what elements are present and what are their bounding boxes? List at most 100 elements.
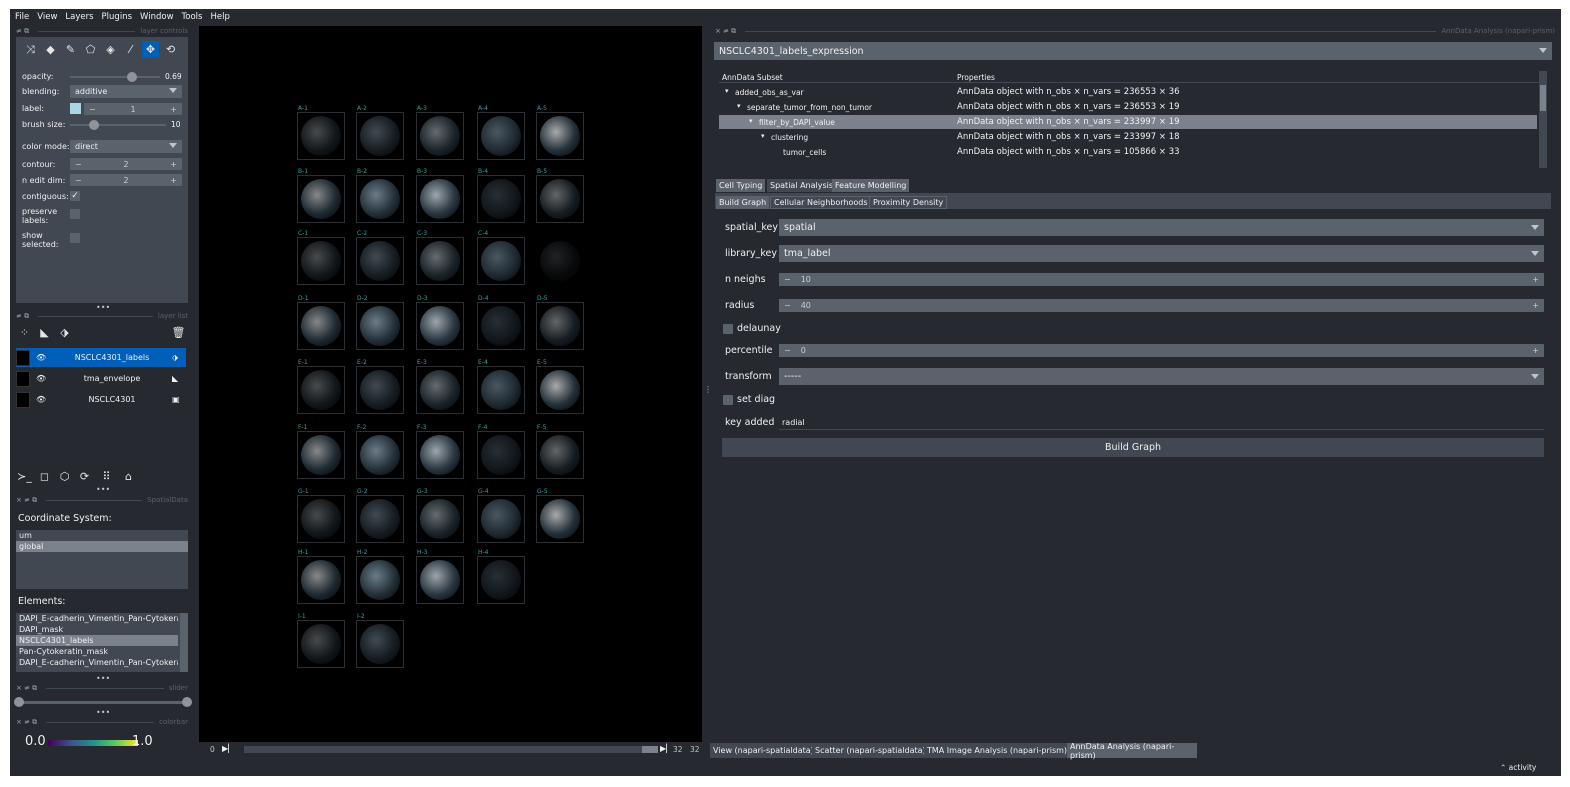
- contiguous-checkbox[interactable]: ✓: [70, 191, 80, 201]
- label-color-swatch[interactable]: [70, 103, 81, 114]
- visibility-eye-icon[interactable]: 👁: [36, 395, 52, 404]
- tab-anndata-analysis[interactable]: AnnData Analysis (napari-prism): [1067, 742, 1197, 760]
- splitter-handle[interactable]: •••: [96, 485, 110, 494]
- visibility-eye-icon[interactable]: 👁: [36, 374, 52, 383]
- brush-icon[interactable]: ✎: [62, 41, 79, 58]
- transform-select[interactable]: -----: [779, 368, 1544, 385]
- delaunay-checkbox[interactable]: [723, 324, 733, 334]
- pan-zoom-icon[interactable]: ✥: [142, 41, 159, 58]
- home-icon[interactable]: ⌂: [120, 468, 137, 485]
- coordinate-system-list[interactable]: um global: [16, 530, 188, 589]
- dims-slider-handle[interactable]: [642, 746, 658, 753]
- list-item[interactable]: NSCLC4301_labels: [16, 635, 178, 646]
- tab-tma-image-analysis[interactable]: TMA Image Analysis (napari-prism): [924, 743, 1071, 758]
- menu-tools[interactable]: Tools: [182, 12, 203, 22]
- library-key-select[interactable]: tma_label: [779, 245, 1544, 262]
- menu-plugins[interactable]: Plugins: [102, 12, 132, 22]
- new-points-icon[interactable]: ⁘: [16, 324, 33, 341]
- splitter-handle[interactable]: ⋮: [704, 385, 712, 394]
- opacity-slider-handle[interactable]: [127, 72, 138, 82]
- list-item[interactable]: um: [16, 530, 188, 541]
- n-edit-dim-spinbox[interactable]: −2 +: [70, 174, 182, 186]
- ndisplay-icon[interactable]: ◻: [36, 468, 53, 485]
- eraser-icon[interactable]: ◆: [42, 41, 59, 58]
- expand-arrow-icon[interactable]: ▾: [761, 132, 765, 140]
- console-icon[interactable]: ≻_: [16, 468, 33, 485]
- visibility-eye-icon[interactable]: 👁: [36, 353, 52, 362]
- vertical-scrollbar[interactable]: [180, 613, 188, 672]
- tree-row[interactable]: ▾ added_obs_as_var AnnData object with n_o…: [719, 85, 1537, 99]
- tab-cell-typing[interactable]: Cell Typing: [716, 179, 766, 192]
- polygon-icon[interactable]: ⬠: [82, 41, 99, 58]
- picker-icon[interactable]: ⁄: [122, 41, 139, 58]
- menu-view[interactable]: View: [37, 12, 57, 22]
- list-item[interactable]: global: [16, 541, 188, 552]
- tab-view-spatialdata[interactable]: View (napari-spatialdata): [710, 743, 817, 758]
- brush-size-slider-handle[interactable]: [89, 120, 99, 130]
- menu-window[interactable]: Window: [140, 12, 174, 22]
- tab-spatial-analysis[interactable]: Spatial Analysis: [767, 179, 837, 192]
- brush-size-slider[interactable]: [70, 120, 166, 130]
- layer-item[interactable]: 👁 NSCLC4301 ▣: [16, 390, 186, 409]
- splitter-handle[interactable]: •••: [96, 674, 110, 683]
- list-item[interactable]: DAPI_E-cadherin_Vimentin_Pan-Cytokerati: [16, 613, 178, 624]
- build-graph-button[interactable]: Build Graph: [722, 438, 1544, 457]
- float-icon[interactable]: ≠ ⧉: [16, 312, 29, 321]
- play-icon[interactable]: ▶▏: [222, 744, 234, 753]
- dataset-select[interactable]: NSCLC4301_labels_expression: [714, 42, 1552, 60]
- spatial-key-select[interactable]: spatial: [779, 219, 1544, 236]
- transform-icon[interactable]: ⟲: [162, 41, 179, 58]
- expand-arrow-icon[interactable]: ▾: [737, 102, 741, 110]
- menu-layers[interactable]: Layers: [65, 12, 93, 22]
- range-slider-min-handle[interactable]: [14, 697, 24, 707]
- viewer-canvas[interactable]: A-1 A-2 A-3 A-4 A-5 B-1 B-2 B-3 B-4 B-5 C-1 C-2 C-3 C…: [199, 26, 702, 742]
- expand-arrow-icon[interactable]: ▾: [725, 87, 729, 95]
- tree-row[interactable]: ▾ clustering AnnData object with n_obs × n…: [719, 130, 1537, 144]
- n-neighs-spinbox[interactable]: −10 +: [779, 273, 1544, 286]
- float-icon[interactable]: ≠ ⧉: [16, 27, 29, 36]
- splitter-handle[interactable]: •••: [96, 708, 110, 717]
- dims-slider[interactable]: [244, 746, 658, 753]
- roll-axes-icon[interactable]: ⬡: [56, 468, 73, 485]
- expand-arrow-icon[interactable]: ▾: [749, 117, 753, 125]
- tab-cellular-neighborhoods[interactable]: Cellular Neighborhoods: [770, 196, 872, 209]
- tab-feature-modelling[interactable]: Feature Modelling: [832, 179, 910, 192]
- shuffle-icon[interactable]: ⤨: [22, 41, 39, 58]
- tree-row[interactable]: ▾ filter_by_DAPI_value AnnData object with…: [719, 115, 1537, 129]
- preserve-labels-checkbox[interactable]: [70, 209, 80, 219]
- color-mode-select[interactable]: direct: [70, 140, 182, 153]
- new-labels-icon[interactable]: ⬗: [56, 324, 73, 341]
- tab-proximity-density[interactable]: Proximity Density: [869, 196, 948, 209]
- blending-select[interactable]: additive: [70, 85, 182, 98]
- delete-layer-icon[interactable]: 🗑: [170, 324, 187, 341]
- vertical-scrollbar[interactable]: [1539, 71, 1547, 168]
- key-added-input[interactable]: radial: [779, 416, 1544, 430]
- opacity-slider[interactable]: [70, 72, 160, 82]
- close-icon[interactable]: × ≠ ⧉: [16, 496, 37, 505]
- show-selected-checkbox[interactable]: [70, 233, 80, 243]
- list-item[interactable]: Pan-Cytokeratin_mask: [16, 646, 178, 657]
- scrollbar-handle[interactable]: [1540, 85, 1546, 111]
- fill-icon[interactable]: ◈: [102, 41, 119, 58]
- radius-spinbox[interactable]: −40 +: [779, 299, 1544, 312]
- percentile-spinbox[interactable]: −0 +: [779, 344, 1544, 357]
- close-icon[interactable]: × ≠ ⧉: [16, 684, 37, 693]
- elements-list[interactable]: DAPI_E-cadherin_Vimentin_Pan-Cytokerati …: [16, 613, 188, 672]
- tab-scatter-spatialdata[interactable]: Scatter (napari-spatialdata): [812, 743, 929, 758]
- tree-row[interactable]: ▾ separate_tumor_from_non_tumor AnnData ob…: [719, 100, 1537, 114]
- step-icon[interactable]: ▶▏: [660, 744, 672, 753]
- label-spinbox[interactable]: −1 +: [84, 103, 182, 115]
- close-icon[interactable]: × ≠ ⧉: [715, 27, 736, 36]
- layer-item[interactable]: 👁 tma_envelope ◣: [16, 369, 186, 388]
- tree-row[interactable]: tumor_cells AnnData object with n_obs × n…: [719, 145, 1537, 159]
- set-diag-checkbox[interactable]: [723, 395, 733, 405]
- list-item[interactable]: DAPI_mask: [16, 624, 178, 635]
- transpose-icon[interactable]: ⟳: [76, 468, 93, 485]
- contour-spinbox[interactable]: −2 +: [70, 158, 182, 170]
- list-item[interactable]: DAPI_E-cadherin_Vimentin_Pan-Cytokerati: [16, 657, 178, 668]
- menu-help[interactable]: Help: [210, 12, 229, 22]
- menu-file[interactable]: File: [15, 12, 29, 22]
- activity-button[interactable]: ⌃ activity: [1500, 763, 1536, 772]
- layer-item[interactable]: 👁 NSCLC4301_labels ⬗: [16, 348, 186, 367]
- range-slider[interactable]: [14, 697, 192, 707]
